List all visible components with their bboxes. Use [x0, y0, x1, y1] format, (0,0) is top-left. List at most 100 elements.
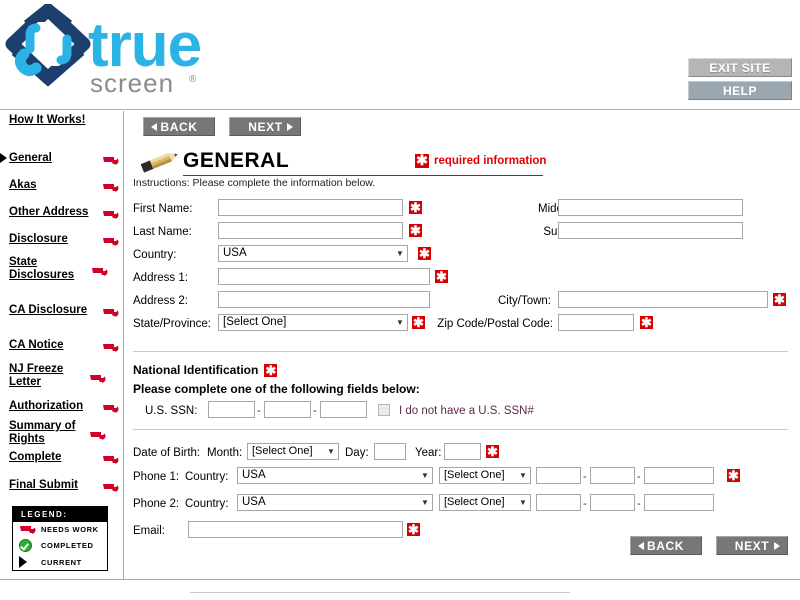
- phone1-country-label: Country:: [185, 471, 229, 483]
- needs-work-flag-icon: [102, 340, 122, 352]
- footer-strip: [0, 579, 800, 600]
- next-button-label: NEXT: [734, 539, 770, 553]
- phone2-part1-input[interactable]: [536, 494, 581, 511]
- ssn-part2-input[interactable]: [264, 401, 311, 418]
- chevron-left-icon: [637, 542, 644, 550]
- no-ssn-checkbox[interactable]: [378, 404, 390, 416]
- required-asterisk-icon: ✱: [264, 362, 278, 378]
- no-ssn-label: I do not have a U.S. SSN#: [399, 405, 534, 417]
- section-divider-1: [133, 351, 788, 352]
- chevron-down-icon: ▼: [421, 498, 429, 507]
- phone1-country-select[interactable]: USA ▼: [237, 467, 433, 484]
- required-asterisk-icon: ✱: [727, 468, 740, 483]
- needs-work-flag-icon: [102, 305, 122, 317]
- general-form: First Name: ✱ Middle Name: Last Name: ✱ …: [133, 199, 798, 337]
- email-input[interactable]: [188, 521, 403, 538]
- phone1-type-select[interactable]: [Select One] ▼: [439, 467, 531, 484]
- required-asterisk-icon: ✱: [407, 522, 420, 537]
- chevron-down-icon: ▼: [519, 471, 527, 480]
- sidebar-item-ca-notice[interactable]: CA Notice: [0, 336, 124, 354]
- ssn-part1-input[interactable]: [208, 401, 255, 418]
- suffix-name-input[interactable]: [558, 222, 743, 239]
- legend-title: LEGEND:: [13, 507, 107, 522]
- sidebar-item-label: General: [9, 151, 52, 164]
- country-select[interactable]: USA ▼: [218, 245, 408, 262]
- ssn-separator: -: [313, 405, 317, 417]
- first-name-input[interactable]: [218, 199, 403, 216]
- phone1-part1-input[interactable]: [536, 467, 581, 484]
- city-input[interactable]: [558, 291, 768, 308]
- back-button-label: BACK: [647, 539, 685, 553]
- sidebar-item-complete[interactable]: Complete: [0, 448, 124, 466]
- dob-year-label: Year:: [415, 447, 442, 459]
- sidebar-item-label: State Disclosures: [9, 256, 75, 281]
- last-name-input[interactable]: [218, 222, 403, 239]
- needs-work-flag-icon: [102, 401, 122, 413]
- phone2-part2-input[interactable]: [590, 494, 635, 511]
- current-arrow-icon: [19, 556, 41, 568]
- phone2-country-label: Country:: [185, 498, 229, 510]
- phone1-separator: -: [583, 471, 587, 483]
- next-button-top[interactable]: NEXT: [229, 117, 302, 136]
- back-button-top[interactable]: BACK: [143, 117, 215, 136]
- sidebar-item-how-it-works[interactable]: How It Works!: [0, 111, 124, 129]
- legend-label: NEEDS WORK: [41, 525, 99, 534]
- first-name-label: First Name:: [133, 203, 193, 215]
- sidebar-item-final-submit[interactable]: Final Submit: [0, 476, 124, 494]
- required-asterisk-icon: ✱: [415, 152, 429, 168]
- sidebar-item-state-disclosures[interactable]: State Disclosures: [0, 254, 124, 284]
- sidebar-item-nj-freeze-letter[interactable]: NJ Freeze Letter: [0, 361, 124, 391]
- phone2-type-select[interactable]: [Select One] ▼: [439, 494, 531, 511]
- address1-input[interactable]: [218, 268, 430, 285]
- required-note-label: required information: [434, 155, 547, 167]
- legend-row-completed: COMPLETED: [13, 537, 107, 554]
- required-asterisk-icon: ✱: [412, 315, 425, 330]
- chevron-left-icon: [151, 123, 157, 131]
- sidebar-item-disclosure[interactable]: Disclosure: [0, 230, 124, 248]
- dob-year-input[interactable]: [444, 443, 481, 460]
- middle-name-input[interactable]: [558, 199, 743, 216]
- zip-input[interactable]: [558, 314, 634, 331]
- dob-day-label: Day:: [345, 447, 369, 459]
- sidebar-item-label: Akas: [9, 178, 37, 191]
- phone2-separator: -: [637, 498, 641, 510]
- needs-work-flag-icon: [102, 452, 122, 464]
- help-button[interactable]: HELP: [688, 81, 792, 100]
- needs-work-flag-icon: [102, 234, 122, 246]
- sidebar-item-summary-of-rights[interactable]: Summary of Rights: [0, 418, 124, 448]
- current-arrow-icon: [0, 153, 7, 163]
- needs-work-flag-icon: [19, 524, 41, 535]
- phone1-part2-input[interactable]: [590, 467, 635, 484]
- legend-row-current: CURRENT: [13, 554, 107, 570]
- address2-input[interactable]: [218, 291, 430, 308]
- phone1-part3-input[interactable]: [644, 467, 714, 484]
- sidebar-item-general[interactable]: General: [0, 149, 124, 167]
- sidebar-item-ca-disclosure[interactable]: CA Disclosure: [0, 301, 124, 319]
- back-button-bottom[interactable]: BACK: [629, 536, 702, 555]
- dob-day-input[interactable]: [374, 443, 406, 460]
- address1-label: Address 1:: [133, 272, 188, 284]
- phone1-separator: -: [637, 471, 641, 483]
- sidebar-item-other-address[interactable]: Other Address: [0, 203, 124, 221]
- phone2-part3-input[interactable]: [644, 494, 714, 511]
- chevron-down-icon: ▼: [396, 249, 404, 258]
- sidebar-item-label: Final Submit: [9, 478, 78, 491]
- truescreen-logo[interactable]: true screen ®: [4, 1, 264, 104]
- required-information-note: ✱ required information: [415, 152, 547, 168]
- main-content: BACK NEXT GENERAL ✱ required information…: [125, 111, 800, 579]
- phone2-country-select[interactable]: USA ▼: [237, 494, 433, 511]
- chevron-down-icon: ▼: [421, 471, 429, 480]
- next-button-bottom[interactable]: NEXT: [716, 536, 788, 555]
- ssn-part3-input[interactable]: [320, 401, 367, 418]
- state-select[interactable]: [Select One] ▼: [218, 314, 408, 331]
- sidebar-item-label: Other Address: [9, 205, 89, 218]
- form-row-first-middle-name: First Name: ✱ Middle Name:: [133, 199, 798, 222]
- chevron-down-icon: ▼: [327, 447, 335, 456]
- dob-month-select[interactable]: [Select One] ▼: [247, 443, 339, 460]
- exit-site-button[interactable]: EXIT SITE: [688, 58, 792, 77]
- required-asterisk-icon: ✱: [418, 246, 431, 261]
- required-asterisk-icon: ✱: [409, 200, 422, 215]
- sidebar-item-akas[interactable]: Akas: [0, 176, 124, 194]
- sidebar-item-authorization[interactable]: Authorization: [0, 397, 124, 415]
- chevron-down-icon: ▼: [396, 318, 404, 327]
